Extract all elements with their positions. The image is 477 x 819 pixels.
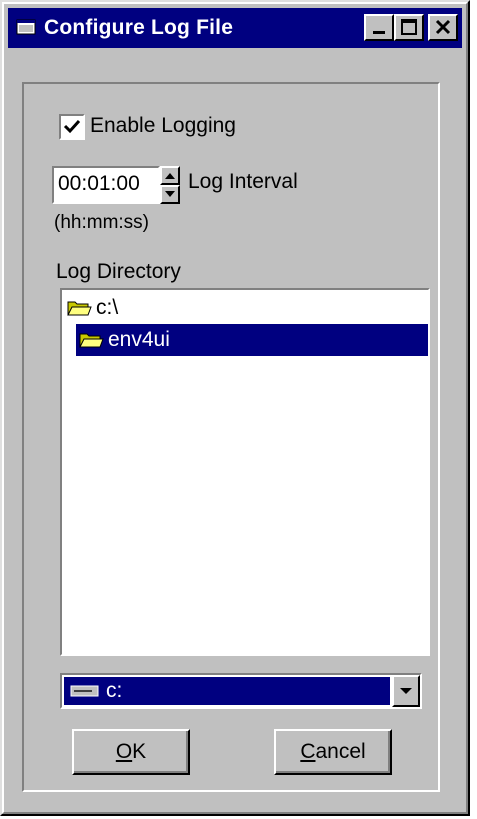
ok-button-label: OK: [115, 740, 147, 763]
directory-item-label: env4ui: [108, 328, 170, 351]
close-icon: [435, 19, 451, 35]
dialog-window: Configure Log File Enable Logging 00:01:…: [0, 0, 470, 816]
cancel-button-label: Cancel: [300, 740, 366, 763]
title-bar[interactable]: Configure Log File: [8, 8, 462, 48]
time-format-hint: (hh:mm:ss): [54, 212, 149, 233]
enable-logging-checkbox[interactable]: [59, 114, 85, 140]
log-interval-spinner: [160, 166, 180, 204]
maximize-button[interactable]: [394, 14, 424, 41]
arrow-down-icon: [165, 191, 175, 197]
window-title: Configure Log File: [44, 16, 234, 39]
checkmark-icon: [63, 119, 81, 134]
chevron-down-icon: [400, 688, 412, 694]
drive-icon: [70, 685, 99, 697]
open-folder-icon: [67, 301, 92, 316]
title-buttons: [364, 14, 458, 41]
drive-select[interactable]: c:: [60, 673, 422, 709]
close-button[interactable]: [428, 14, 458, 41]
minimize-icon: [373, 31, 385, 34]
enable-logging-label[interactable]: Enable Logging: [90, 114, 236, 138]
directory-item-root[interactable]: c:\: [66, 292, 306, 324]
drive-dropdown-button[interactable]: [392, 675, 420, 707]
spin-down-button[interactable]: [160, 185, 180, 204]
cancel-button[interactable]: Cancel: [274, 729, 392, 775]
open-folder-icon: [79, 333, 104, 348]
directory-item-selected[interactable]: env4ui: [76, 324, 428, 356]
log-interval-input[interactable]: 00:01:00: [52, 166, 160, 204]
arrow-up-icon: [165, 173, 175, 179]
directory-list[interactable]: c:\ env4ui: [60, 288, 430, 656]
ok-button[interactable]: OK: [72, 729, 190, 775]
directory-item-label: c:\: [96, 296, 119, 319]
maximize-icon: [401, 19, 417, 35]
drive-select-value[interactable]: c:: [64, 677, 390, 705]
drive-label: c:: [106, 679, 123, 702]
minimize-button[interactable]: [364, 14, 394, 41]
log-directory-label: Log Directory: [56, 260, 181, 283]
spin-up-button[interactable]: [160, 166, 180, 185]
app-icon[interactable]: [16, 19, 36, 37]
log-interval-label: Log Interval: [188, 170, 298, 193]
